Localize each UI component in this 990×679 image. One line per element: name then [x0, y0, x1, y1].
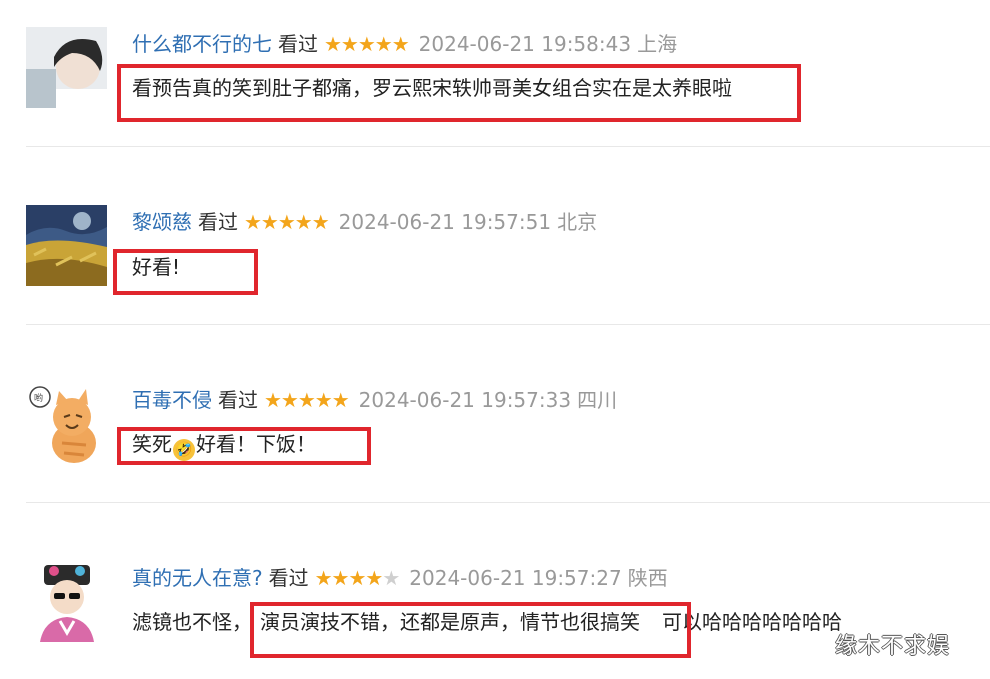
highlight-box	[117, 427, 371, 465]
highlight-box	[250, 602, 691, 658]
avatar[interactable]	[26, 205, 107, 286]
highlight-box	[117, 64, 801, 122]
divider	[26, 146, 990, 147]
highlight-box	[113, 249, 258, 295]
comment-time: 2024-06-21 19:57:51	[338, 210, 552, 234]
rating-stars: ★★★★★	[264, 388, 350, 412]
username-link[interactable]: 百毒不侵	[132, 388, 212, 412]
comment-meta: 真的无人在意? 看过 ★★★★★ 2024-06-21 19:57:27 陕西	[132, 565, 668, 591]
watch-status: 看过	[268, 566, 309, 590]
rating-stars: ★★★★★	[244, 210, 330, 234]
watch-status: 看过	[218, 388, 258, 412]
comment-location: 北京	[557, 210, 598, 234]
avatar[interactable]	[26, 27, 107, 108]
comment-time: 2024-06-21 19:57:27	[409, 566, 622, 590]
avatar[interactable]: 哟	[26, 383, 107, 464]
comment-time: 2024-06-21 19:57:33	[358, 388, 572, 412]
comment-time: 2024-06-21 19:58:43	[418, 32, 632, 56]
comment-text-part: 滤镜也不怪，	[132, 610, 252, 634]
comment-meta: 百毒不侵 看过 ★★★★★ 2024-06-21 19:57:33 四川	[132, 387, 617, 413]
comment-meta: 什么都不行的七 看过 ★★★★★ 2024-06-21 19:58:43 上海	[132, 31, 677, 57]
avatar[interactable]	[26, 561, 107, 642]
divider	[26, 502, 990, 503]
watch-status: 看过	[198, 210, 238, 234]
svg-text:哟: 哟	[34, 392, 43, 404]
username-link[interactable]: 真的无人在意?	[132, 566, 263, 590]
comment-location: 上海	[637, 32, 678, 56]
divider	[26, 324, 990, 325]
watch-status: 看过	[278, 32, 318, 56]
username-link[interactable]: 什么都不行的七	[132, 32, 272, 56]
comment-location: 四川	[577, 388, 618, 412]
watermark: 缘木不求娱	[835, 634, 951, 659]
rating-stars: ★★★★★	[314, 566, 401, 590]
comment-location: 陕西	[627, 566, 668, 590]
rating-stars: ★★★★★	[324, 32, 410, 56]
username-link[interactable]: 黎颂慈	[132, 210, 192, 234]
comment-meta: 黎颂慈 看过 ★★★★★ 2024-06-21 19:57:51 北京	[132, 209, 597, 235]
